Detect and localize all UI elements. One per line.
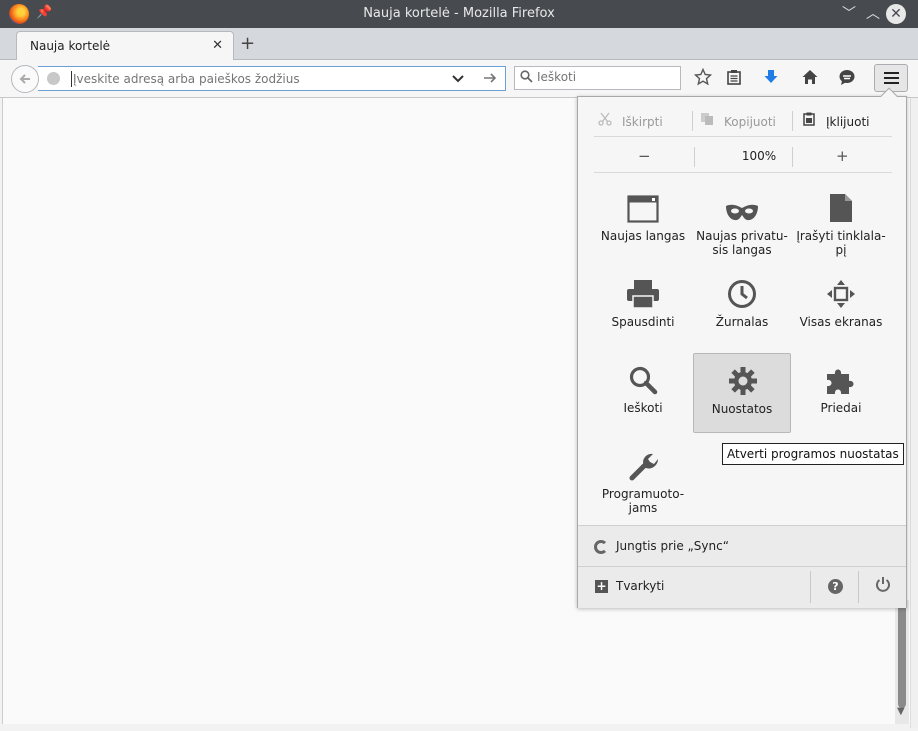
scrollbar[interactable]: ▼ [895,600,909,724]
menu-icon[interactable] [874,64,908,92]
developer-button[interactable]: Programuoto-jams [594,445,692,525]
url-input[interactable] [73,70,443,88]
divider [858,571,859,603]
zoom-in-button[interactable]: + [836,147,849,165]
tile-label: Naujas privatu-sis langas [696,229,788,257]
sync-icon [594,540,608,554]
copy-icon [700,112,716,129]
clipboard-icon [802,112,818,129]
back-button[interactable] [11,65,39,93]
download-icon[interactable] [760,68,782,90]
mask-icon [693,187,791,223]
divider [810,571,811,603]
new-private-window-button[interactable]: Naujas privatu-sis langas [693,187,791,267]
gear-icon [694,360,792,396]
tile-label: Priedai [820,401,862,415]
tile-label: Programuoto-jams [601,487,685,515]
window-right-edge [910,98,918,728]
scissors-icon [598,112,614,129]
site-identity-icon[interactable] [47,72,60,85]
divider [692,111,693,131]
magnifier-icon [594,359,692,395]
fullscreen-button[interactable]: Visas ekranas [792,273,890,353]
close-window-button[interactable]: ✕ [886,4,906,24]
maximize-button[interactable]: ︿ [862,3,884,25]
sync-button[interactable]: Jungtis prie „Sync“ [578,525,906,567]
quit-power-icon[interactable] [875,576,891,596]
tile-label: Spausdinti [611,315,675,329]
tab-new-tab[interactable]: Nauja kortelė ✕ [16,31,234,61]
minimize-button[interactable]: ﹀ [838,3,860,25]
fullscreen-icon [792,273,890,309]
window-title: Nauja kortelė - Mozilla Firefox [363,6,555,21]
navigation-toolbar [0,60,918,98]
new-tab-button[interactable]: + [240,33,255,54]
clock-icon [693,273,791,309]
zoom-reset-button[interactable]: 100% [710,149,808,163]
home-icon[interactable] [799,68,821,90]
url-dropdown-chevron-icon[interactable] [451,69,465,91]
addons-button[interactable]: Priedai [792,359,890,439]
help-button[interactable]: ? [828,579,843,594]
print-button[interactable]: Spausdinti [594,273,692,353]
customize-button[interactable]: Tvarkyti [616,579,664,593]
url-bar[interactable] [38,66,506,91]
tile-label: Žurnalas [715,315,769,329]
puzzle-icon [792,359,890,395]
preferences-tooltip: Atverti programos nuostatas [722,443,904,465]
text-caret [71,71,72,87]
search-icon [520,70,533,86]
copy-label: Kopijuoti [724,115,776,129]
tile-label: Ieškoti [623,401,663,415]
divider [792,147,793,167]
go-arrow-icon[interactable] [482,69,498,91]
wrench-icon [594,445,692,481]
new-window-button[interactable]: Naujas langas [594,187,692,267]
tab-label: Nauja kortelė [30,39,111,53]
customize-plus-icon: + [595,579,608,593]
chat-icon[interactable] [836,68,858,90]
tab-close-icon[interactable]: ✕ [212,38,223,53]
tile-label: Nuostatos [711,402,773,416]
paste-label: Įklijuoti [826,115,870,129]
page-icon [792,187,890,223]
tab-strip: Nauja kortelė ✕ [0,28,918,61]
copy-button[interactable]: Kopijuoti [700,112,776,132]
search-bar[interactable] [514,66,681,90]
tile-label: Įrašyti tinklala-pį [796,229,886,257]
find-button[interactable]: Ieškoti [594,359,692,439]
app-menu-panel: Iškirpti Kopijuoti Įklijuoti − 100% + Na… [577,87,907,608]
window-icon [594,187,692,223]
tile-label: Visas ekranas [799,315,883,329]
zoom-controls: − 100% + [594,141,892,173]
cut-button[interactable]: Iškirpti [598,112,663,132]
edit-controls: Iškirpti Kopijuoti Įklijuoti [594,107,892,137]
divider [792,111,793,131]
preferences-button[interactable]: Nuostatos [693,353,791,433]
search-input[interactable] [537,70,677,84]
paste-button[interactable]: Įklijuoti [802,112,869,132]
star-icon[interactable] [692,67,714,90]
zoom-out-button[interactable]: − [638,147,651,165]
window-titlebar: 📌 Nauja kortelė - Mozilla Firefox ﹀ ︿ ✕ [0,0,918,28]
sync-label: Jungtis prie „Sync“ [616,539,729,553]
save-page-button[interactable]: Įrašyti tinklala-pį [792,187,890,267]
scroll-down-arrow-icon[interactable]: ▼ [897,706,905,717]
scrollbar-thumb[interactable] [898,600,906,708]
printer-icon [594,273,692,309]
panel-footer: + Tvarkyti ? [578,567,906,608]
reading-list-icon[interactable] [723,68,745,90]
divider [694,147,695,167]
cut-label: Iškirpti [622,115,663,129]
history-button[interactable]: Žurnalas [693,273,791,353]
tile-label: Naujas langas [600,229,686,243]
